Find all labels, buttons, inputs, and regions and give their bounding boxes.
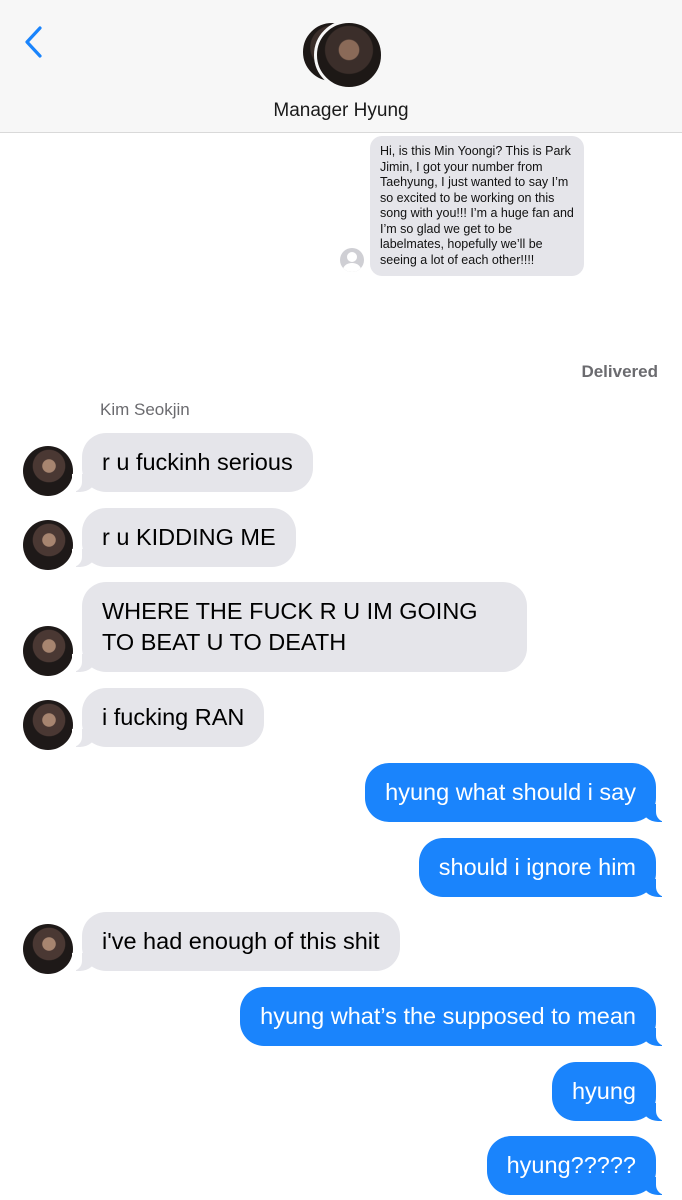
message-text: r u fuckinh serious (102, 449, 293, 475)
message-text: r u KIDDING ME (102, 524, 276, 550)
conversation-header: Manager Hyung (0, 0, 682, 133)
message-text: WHERE THE FUCK R U IM GOING TO BEAT U TO… (102, 598, 478, 655)
contact-avatar (314, 20, 384, 90)
outgoing-message[interactable]: should i ignore him (418, 838, 667, 897)
embedded-person-icon (340, 248, 364, 272)
incoming-message[interactable]: i've had enough of this shit (72, 912, 400, 971)
embedded-message-image[interactable]: Hi, is this Min Yoongi? This is Park Jim… (370, 136, 584, 276)
contact-avatar-button[interactable] (300, 20, 384, 90)
sender-avatar[interactable] (23, 924, 73, 974)
message-text: hyung????? (506, 1152, 636, 1178)
incoming-message[interactable]: WHERE THE FUCK R U IM GOING TO BEAT U TO… (72, 582, 527, 672)
incoming-message[interactable]: r u KIDDING ME (72, 508, 296, 567)
message-text: hyung what should i say (385, 779, 636, 805)
message-text: i've had enough of this shit (102, 928, 380, 954)
message-text: i fucking RAN (102, 704, 245, 730)
sender-name: Kim Seokjin (100, 400, 190, 419)
outgoing-message[interactable]: hyung????? (486, 1136, 667, 1195)
back-button[interactable] (18, 22, 52, 62)
outgoing-message[interactable]: hyung what should i say (365, 763, 666, 822)
delivered-status: Delivered (581, 362, 658, 381)
outgoing-message[interactable]: hyung what’s the supposed to mean (240, 987, 666, 1046)
message-text: should i ignore him (438, 854, 636, 880)
message-text: hyung what’s the supposed to mean (260, 1003, 636, 1029)
incoming-message[interactable]: r u fuckinh serious (72, 433, 313, 492)
sender-avatar[interactable] (23, 626, 73, 676)
incoming-message[interactable]: i fucking RAN (71, 688, 265, 747)
outgoing-message[interactable]: hyung (551, 1062, 667, 1121)
sender-avatar[interactable] (23, 700, 73, 750)
chevron-left-icon (25, 26, 42, 58)
sender-avatar[interactable] (23, 446, 73, 496)
sender-avatar[interactable] (23, 520, 73, 570)
contact-name[interactable]: Manager Hyung (0, 100, 682, 122)
message-text: hyung (571, 1078, 636, 1104)
